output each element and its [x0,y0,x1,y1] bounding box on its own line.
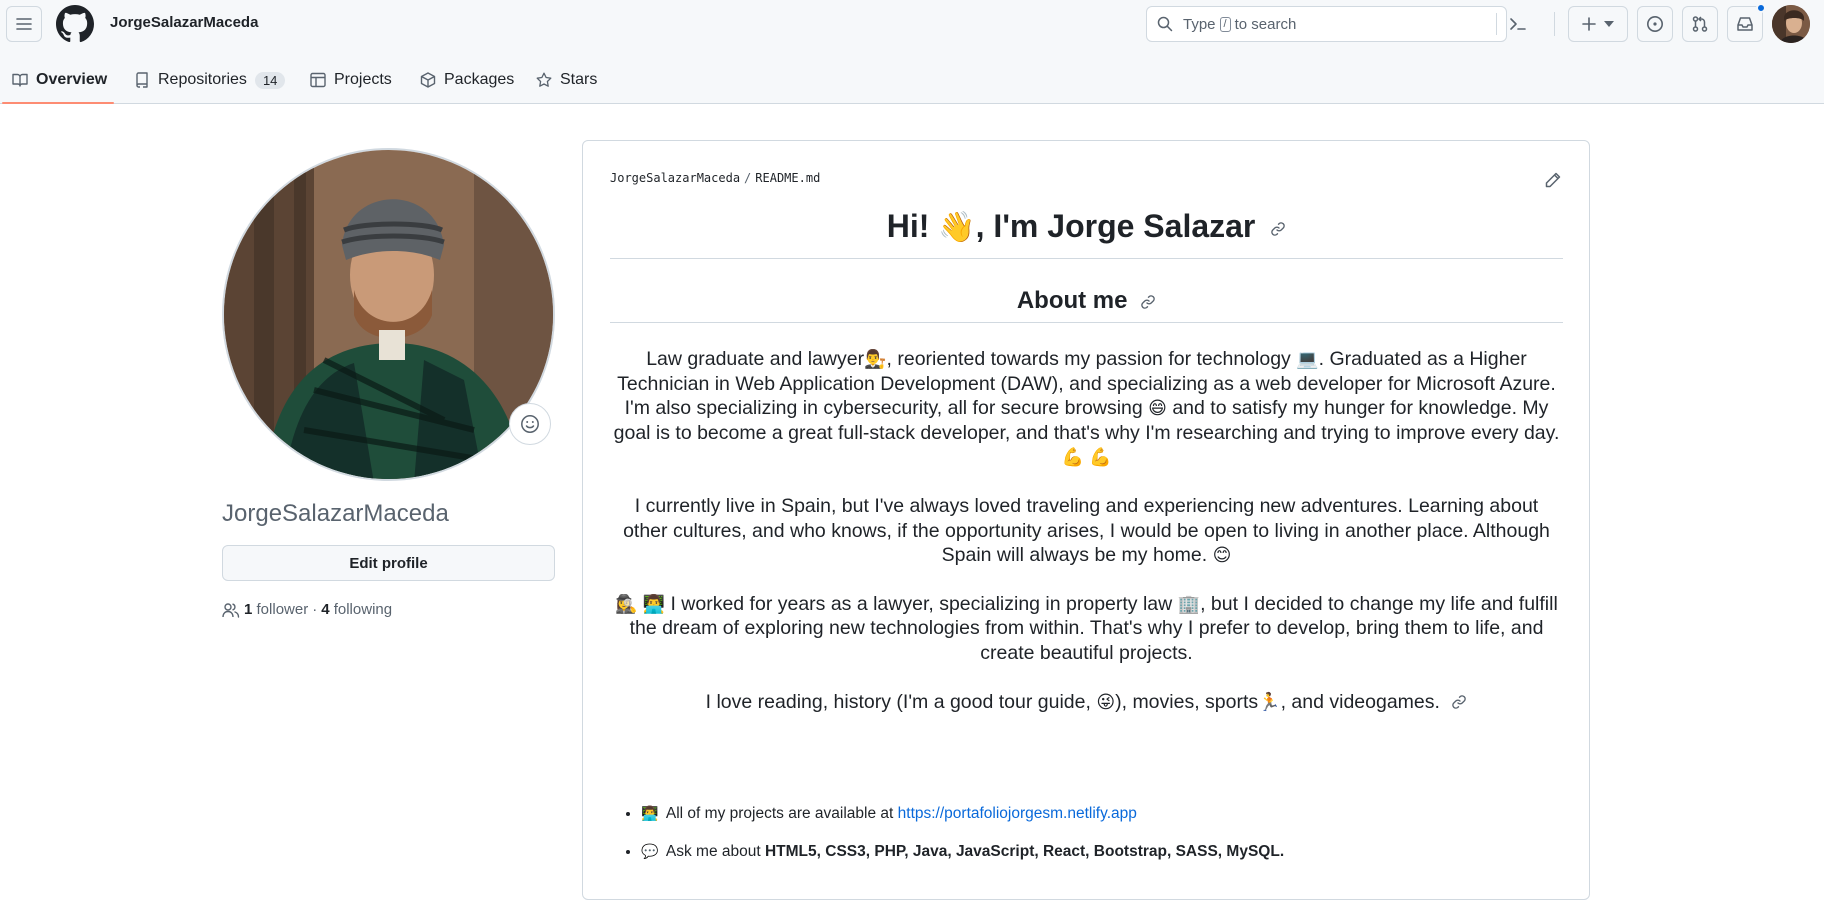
muscle-emoji: 💪 💪 [1061,447,1112,468]
star-icon [536,72,552,87]
profile-readme: JorgeSalazarMaceda / README.md Hi! 👋, I'm … [582,140,1590,900]
issues-button[interactable] [1637,6,1673,42]
readme-heading: Hi! 👋, I'm Jorge Salazar [610,201,1563,259]
tab-packages[interactable]: Packages [408,56,526,104]
header-username[interactable]: JorgeSalazarMaceda [110,14,258,31]
header-divider [1554,12,1555,36]
readme-path: JorgeSalazarMaceda / README.md [610,171,821,185]
readme-owner-link[interactable]: JorgeSalazarMaceda [610,171,740,185]
list-item: 👨‍💻 All of my projects are available at … [641,805,1284,823]
search-input[interactable]: Type / to search [1146,6,1526,42]
github-logo-icon[interactable] [56,5,94,43]
repo-icon [136,72,148,88]
about-paragraph-2: I currently live in Spain, but I've alwa… [623,494,1550,567]
readme-file-link[interactable]: README.md [755,171,820,185]
detective-technologist-emoji: 🕵️‍♀️ 👨‍💻 [615,593,666,614]
lawyer-emoji: 👨‍⚖️ [864,349,887,369]
speech-bubble-emoji: 💬 [641,843,659,859]
search-icon [1157,16,1173,32]
tab-projects[interactable]: Projects [298,56,404,104]
avatar-image [1772,5,1810,43]
set-status-button[interactable] [509,403,551,445]
tab-overview[interactable]: Overview [0,56,119,104]
app-header: JorgeSalazarMaceda Type / to search Over… [0,0,1824,104]
inbox-icon [1737,17,1753,31]
book-icon [12,73,28,87]
runner-emoji: 🏃 [1258,691,1281,712]
laptop-emoji: 💻 [1296,349,1319,369]
anchor-link-icon[interactable] [1140,294,1156,310]
readme-content: Hi! 👋, I'm Jorge Salazar About me Law gr… [610,201,1563,714]
tab-repositories[interactable]: Repositories 14 [122,56,297,104]
about-paragraph-4: I love reading, history (I'm a good tour… [610,690,1563,715]
active-tab-indicator [2,102,114,104]
inbox-button[interactable] [1727,3,1766,42]
anchor-link-icon[interactable] [1270,221,1286,237]
profile-avatar[interactable] [222,148,555,481]
search-placeholder: Type / to search [1183,16,1297,33]
top-bar: JorgeSalazarMaceda Type / to search [0,0,1824,48]
issue-opened-icon [1647,16,1663,32]
followers-link[interactable]: 1 follower [244,601,308,618]
smiling-emoji: 😊 [1212,545,1232,566]
command-palette-icon[interactable] [1509,16,1527,32]
edit-profile-button[interactable]: Edit profile [222,545,555,581]
plus-icon [1582,17,1596,31]
tab-stars[interactable]: Stars [524,56,609,104]
portfolio-link[interactable]: https://portafoliojorgesm.netlify.app [898,805,1137,822]
technologist-emoji: 👨‍💻 [641,805,659,821]
waving-hand-emoji: 👋 [938,211,976,244]
notification-dot [1756,3,1766,13]
pull-requests-button[interactable] [1682,6,1718,42]
search-divider [1496,13,1497,35]
smiley-icon [521,415,539,433]
repositories-count: 14 [254,71,286,89]
package-icon [420,72,436,88]
profile-photo [224,150,553,479]
user-avatar[interactable] [1772,5,1810,43]
following-link[interactable]: 4 following [321,601,392,618]
anchor-link-icon[interactable] [1451,694,1467,710]
table-icon [310,72,326,88]
git-pull-request-icon [1692,16,1708,32]
search-shortcut-key: / [1219,17,1231,32]
tongue-emoji: 😜 [1096,691,1116,712]
about-paragraph-1: Law graduate and lawyer👨‍⚖️, reoriented … [610,347,1563,470]
about-me-heading: About me [610,285,1563,323]
hamburger-icon [16,18,32,30]
pencil-icon[interactable] [1544,171,1562,189]
triangle-down-icon [1604,21,1614,27]
create-new-button[interactable] [1568,6,1628,42]
about-paragraph-3: 🕵️‍♀️ 👨‍💻 I worked for years as a lawyer… [615,592,1558,664]
follow-stats: 1 follower · 4 following [222,601,392,618]
people-icon [222,602,240,618]
profile-username: JorgeSalazarMaceda [222,500,449,527]
menu-button[interactable] [6,6,42,42]
profile-tabs: Overview Repositories 14 Projects Packag… [0,56,1824,104]
building-emoji: 🏢 [1177,593,1201,614]
grinning-emoji: 😄 [1148,398,1167,419]
list-item: 💬 Ask me about HTML5, CSS3, PHP, Java, J… [641,843,1284,861]
